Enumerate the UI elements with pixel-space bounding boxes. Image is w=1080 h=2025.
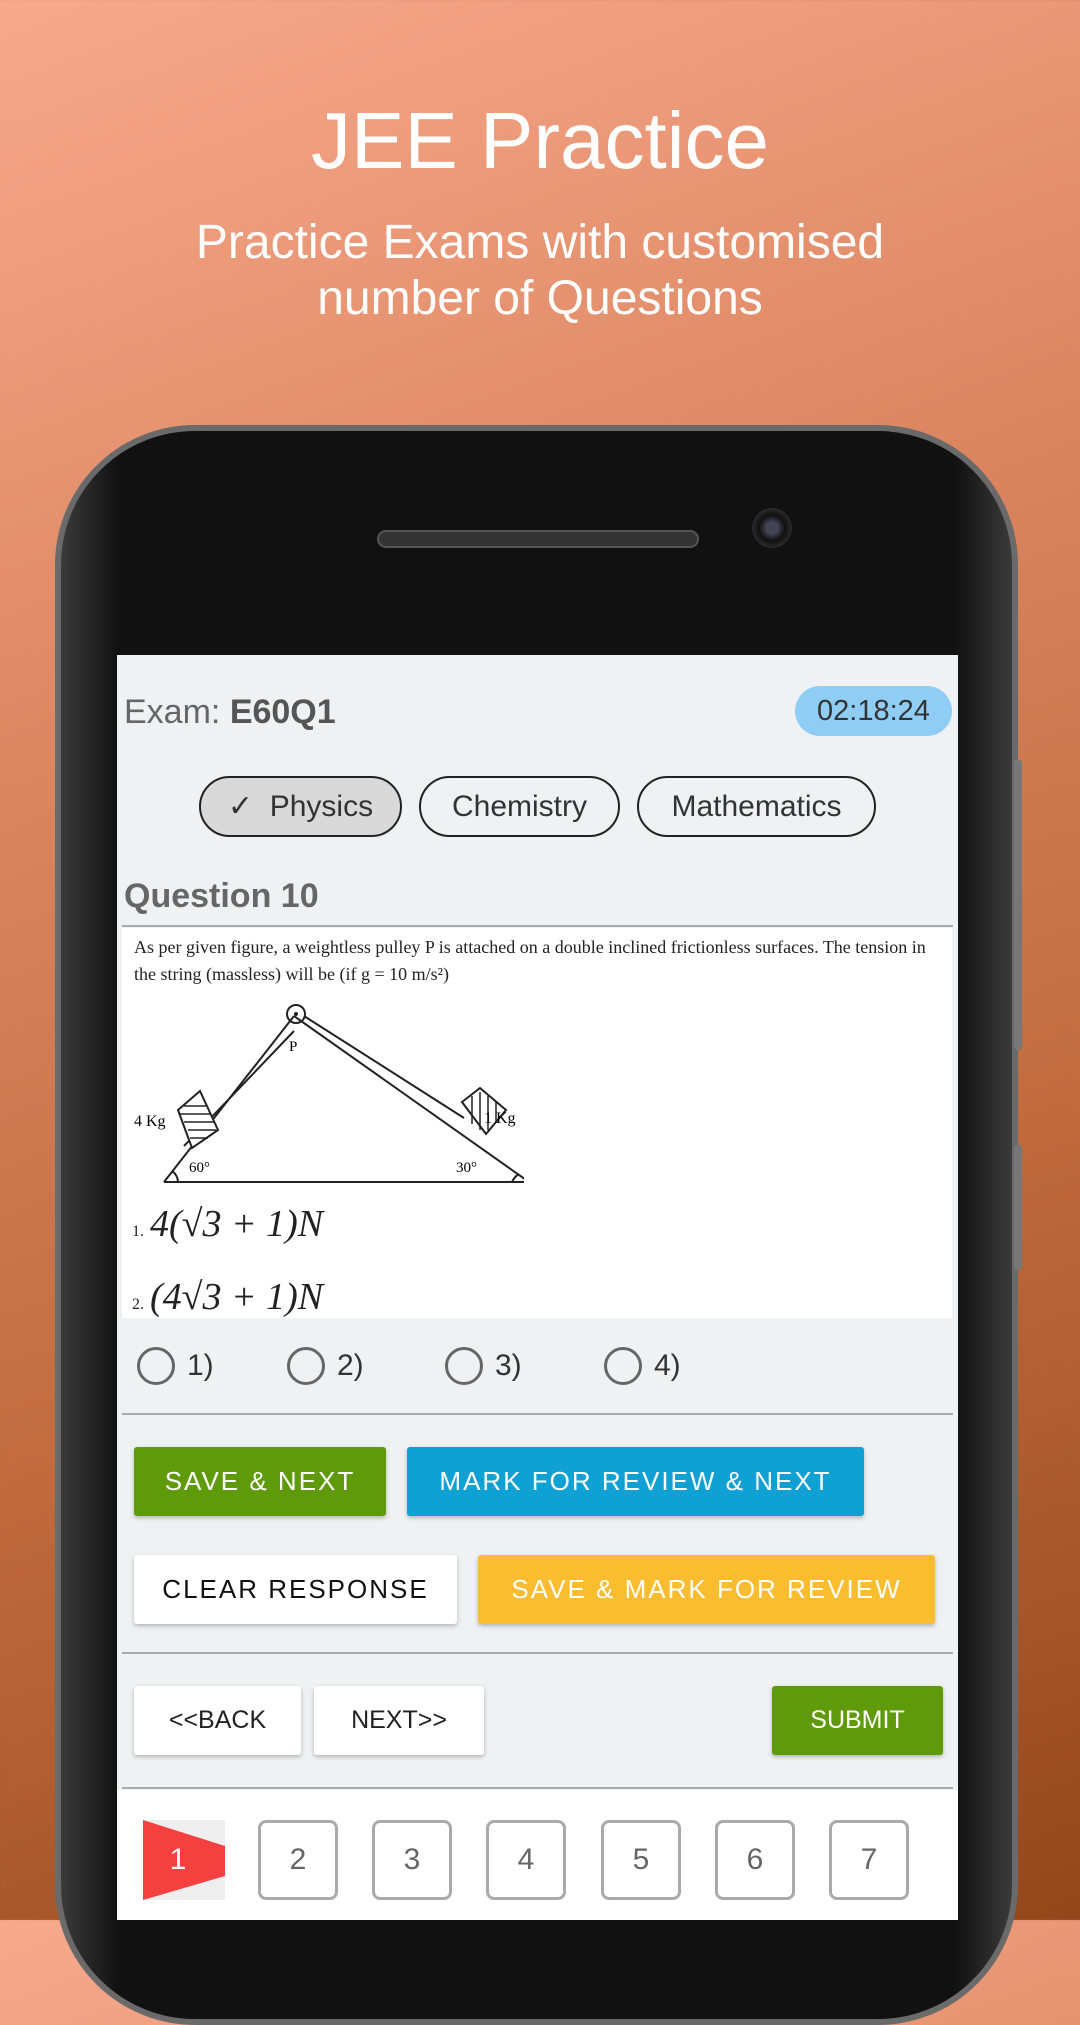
clear-response-button[interactable]: CLEAR RESPONSE [134, 1555, 457, 1624]
hero-title: JEE Practice [311, 96, 769, 185]
timer-badge: 02:18:24 [795, 686, 952, 736]
right-mass-label: 1 Kg [484, 1110, 516, 1127]
radio-icon [445, 1347, 483, 1385]
palette-item[interactable]: 2 [258, 1820, 338, 1900]
divider [122, 1413, 953, 1415]
palette-item-current[interactable]: 1 [143, 1820, 225, 1900]
back-button[interactable]: <<BACK [134, 1686, 301, 1755]
palette-item[interactable]: 7 [829, 1820, 909, 1900]
pulley-label: P [289, 1039, 297, 1055]
option-1: 1. 4(√3 + 1)N [132, 1203, 324, 1245]
palette-item[interactable]: 4 [486, 1820, 566, 1900]
phone-speaker [377, 530, 699, 548]
palette-item[interactable]: 6 [715, 1820, 795, 1900]
divider [122, 925, 953, 927]
phone-side-button [1014, 1145, 1022, 1270]
save-mark-review-button[interactable]: SAVE & MARK FOR REVIEW [478, 1555, 935, 1624]
next-button[interactable]: NEXT>> [314, 1686, 484, 1755]
question-text: As per given figure, a weightless pulley… [134, 937, 926, 984]
save-next-button[interactable]: SAVE & NEXT [134, 1447, 386, 1516]
radio-icon [604, 1347, 642, 1385]
submit-button[interactable]: SUBMIT [772, 1686, 943, 1755]
hero-subtitle: Practice Exams with customised number of… [195, 216, 885, 325]
radio-icon [137, 1347, 175, 1385]
app-screen: Exam: E60Q1 02:18:24 ✓ Physics Chemistry… [117, 655, 958, 1920]
tab-chemistry[interactable]: Chemistry [419, 776, 620, 837]
camera-icon [752, 508, 792, 548]
left-angle-label: 60° [189, 1160, 210, 1176]
radio-icon [287, 1347, 325, 1385]
exam-header: Exam: E60Q1 [124, 693, 336, 731]
left-mass-label: 4 Kg [134, 1113, 166, 1130]
mark-review-next-button[interactable]: MARK FOR REVIEW & NEXT [407, 1447, 864, 1516]
pulley-figure: P 4 Kg 1 Kg 60° 30° [134, 1004, 524, 1183]
answer-radio-4[interactable]: 4) [604, 1347, 681, 1385]
tab-physics[interactable]: ✓ Physics [199, 776, 402, 837]
tab-mathematics[interactable]: Mathematics [637, 776, 876, 837]
answer-radio-3[interactable]: 3) [445, 1347, 522, 1385]
palette-item[interactable]: 5 [601, 1820, 681, 1900]
divider [122, 1652, 953, 1654]
right-angle-label: 30° [456, 1160, 477, 1176]
palette-item[interactable]: 3 [372, 1820, 452, 1900]
answer-radio-2[interactable]: 2) [287, 1347, 364, 1385]
option-2: 2. (4√3 + 1)N [132, 1276, 324, 1318]
divider [122, 1787, 953, 1789]
exam-code: E60Q1 [229, 693, 336, 731]
question-content: As per given figure, a weightless pulley… [122, 928, 952, 1318]
question-title: Question 10 [124, 877, 319, 915]
phone-side-button [1014, 760, 1022, 1050]
answer-radio-1[interactable]: 1) [137, 1347, 214, 1385]
check-icon: ✓ [227, 790, 254, 823]
